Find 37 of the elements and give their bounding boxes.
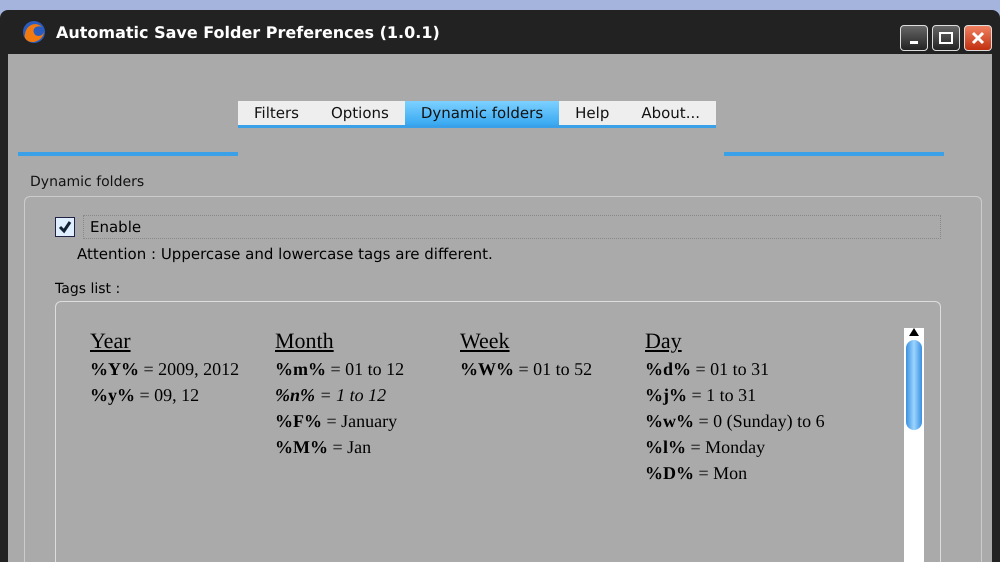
window-title: Automatic Save Folder Preferences (1.0.1) xyxy=(56,22,441,42)
close-button[interactable] xyxy=(964,25,992,51)
minimize-button[interactable] xyxy=(900,25,928,51)
tag-group-heading: Week xyxy=(460,328,510,354)
tags-list-label: Tags list : xyxy=(55,281,122,297)
scroll-up-icon[interactable] xyxy=(909,328,919,336)
tag-entry: %n% = 1 to 12 xyxy=(275,384,388,407)
tag-group-heading: Month xyxy=(275,328,334,354)
app-logo-icon xyxy=(22,20,46,44)
tab[interactable]: Help xyxy=(559,100,626,124)
tab[interactable]: About... xyxy=(625,100,716,124)
scroll-thumb[interactable] xyxy=(906,340,922,430)
tag-entry: %l% = Monday xyxy=(645,436,766,459)
tag-entry: %F% = January xyxy=(275,410,398,433)
tag-entry: %M% = Jan xyxy=(275,436,372,459)
maximize-button[interactable] xyxy=(932,25,960,51)
scrollbar[interactable] xyxy=(904,328,924,562)
section-title: Dynamic folders xyxy=(30,174,146,190)
enable-label[interactable]: Enable xyxy=(83,215,941,239)
tag-entry: %D% = Mon xyxy=(645,462,748,485)
tag-group-heading: Year xyxy=(90,328,131,354)
maximize-icon xyxy=(939,32,953,44)
tag-entry: %d% = 01 to 31 xyxy=(645,358,770,381)
attention-text: Attention : Uppercase and lowercase tags are different. xyxy=(77,245,494,263)
close-icon xyxy=(971,31,985,45)
tag-entry: %Y% = 2009, 2012 xyxy=(90,358,240,381)
tag-entry: %j% = 1 to 31 xyxy=(645,384,758,407)
tab[interactable]: Options xyxy=(314,100,405,124)
minimize-icon xyxy=(910,40,918,44)
tab[interactable]: Dynamic folders xyxy=(404,100,560,124)
tag-entry: %y% = 09, 12 xyxy=(90,384,200,407)
tag-entry: %W% = 01 to 52 xyxy=(460,358,594,381)
tag-entry: %m% = 01 to 12 xyxy=(275,358,406,381)
tag-entry: %w% = 0 (Sunday) to 6 xyxy=(645,410,826,433)
enable-checkbox[interactable] xyxy=(55,217,75,237)
tag-group-heading: Day xyxy=(645,328,682,354)
tab[interactable]: Filters xyxy=(238,100,315,124)
